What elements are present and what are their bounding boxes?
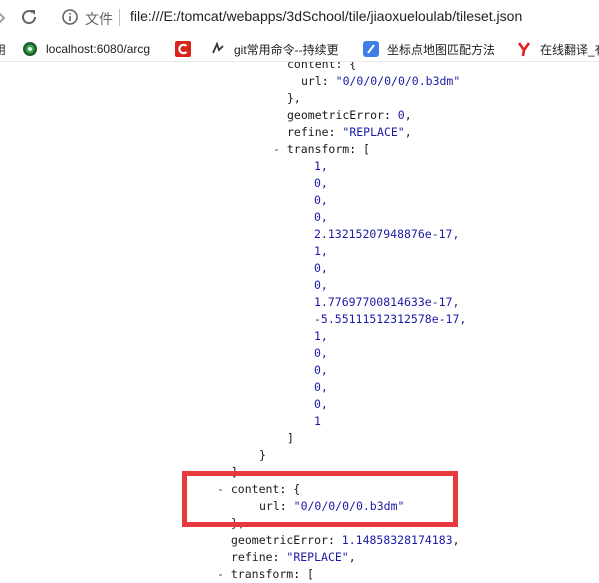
bookmark-item[interactable]: localhost:6080/arcg (22, 39, 150, 59)
json-array-value: 0, (314, 193, 328, 207)
json-line: 1, (314, 328, 328, 345)
json-array-value: 1.77697700814633e-17, (314, 295, 460, 309)
json-line: geometricError: 1.14858328174183, (231, 533, 460, 547)
json-text: ] (287, 431, 294, 445)
bookmark-label: localhost:6080/arcg (46, 42, 151, 56)
json-line: - transform: [ (217, 567, 314, 581)
bookmark-label: git常用命令--持续更 (234, 42, 339, 57)
bookmarks-bar: 用 localhost:6080/arcg git常用命令--持续更 坐标点地图… (0, 36, 599, 62)
json-value: [ (363, 142, 370, 156)
json-punct: , (348, 550, 356, 564)
json-line: 0, (314, 209, 328, 226)
json-value: [ (307, 567, 314, 581)
json-array-value: 0, (314, 397, 328, 411)
red-c-icon (175, 41, 191, 57)
json-key: url (301, 74, 322, 88)
json-array-value: 1, (314, 159, 328, 173)
bookmark-label: 在线翻译_有 (540, 42, 599, 57)
reload-button[interactable] (18, 6, 40, 28)
json-line: 0, (314, 260, 328, 277)
json-value: "REPLACE" (286, 550, 349, 564)
json-line: 1.77697700814633e-17, (314, 294, 459, 311)
json-line: } (259, 447, 266, 464)
json-text: } (259, 448, 266, 462)
json-value: 1.14858328174183 (341, 533, 453, 547)
json-punct: , (404, 125, 412, 139)
json-array-value: 0, (314, 278, 328, 292)
json-value: "0/0/0/0/0/0.b3dm" (335, 74, 461, 88)
json-array-value: 0, (314, 210, 328, 224)
json-array-value: 2.13215207948876e-17, (314, 227, 460, 241)
json-line: }, (287, 90, 301, 107)
json-line: 0, (314, 277, 328, 294)
json-value: 0 (397, 108, 405, 122)
json-line: 0, (314, 396, 328, 413)
arrow-right-icon (0, 12, 6, 24)
json-line: refine: "REPLACE", (231, 550, 356, 564)
globe-icon (22, 41, 38, 57)
json-key: refine (231, 550, 273, 564)
json-array-value: 1 (314, 414, 321, 428)
bookmark-item[interactable]: 坐标点地图匹配方法 (363, 39, 495, 59)
json-array-value: 0, (314, 176, 328, 190)
json-line: -5.55111512312578e-17, (314, 311, 466, 328)
json-line: 1 (314, 413, 321, 430)
json-text: }, (287, 91, 301, 105)
address-bar: 文件 file:///E:/tomcat/webapps/3dSchool/ti… (0, 0, 599, 36)
collapse-toggle[interactable]: - (273, 142, 280, 156)
info-icon[interactable] (61, 8, 79, 26)
bookmark-label: 用 (0, 42, 7, 57)
youdao-y-icon (516, 41, 532, 57)
json-array-value: 0, (314, 346, 328, 360)
json-array-value: 0, (314, 261, 328, 275)
forward-button[interactable] (0, 8, 8, 28)
json-punct: , (404, 108, 412, 122)
json-line: - transform: [ (273, 142, 370, 156)
json-line: 1, (314, 243, 328, 260)
scheme-label: 文件 (85, 12, 113, 28)
bookmark-item[interactable] (175, 39, 199, 59)
json-array-value: -5.55111512312578e-17, (314, 312, 467, 326)
json-array-value: 1, (314, 329, 328, 343)
highlight-box (182, 471, 458, 527)
reload-icon (22, 10, 37, 25)
json-line: refine: "REPLACE", (287, 125, 412, 139)
json-line: 0, (314, 362, 328, 379)
collapse-toggle[interactable]: - (217, 567, 224, 581)
json-key: geometricError (287, 108, 384, 122)
json-line: 0, (314, 345, 328, 362)
blue-pen-icon (363, 41, 379, 57)
json-text: content: { (287, 62, 357, 71)
json-line: geometricError: 0, (287, 108, 412, 122)
json-line: 0, (314, 192, 328, 209)
bookmark-item[interactable]: 用 (0, 39, 6, 59)
json-line: content: { (287, 62, 356, 73)
json-key: transform (230, 567, 294, 581)
json-line: 2.13215207948876e-17, (314, 226, 459, 243)
json-line: 0, (314, 379, 328, 396)
json-array-value: 0, (314, 380, 328, 394)
json-array-value: 1, (314, 244, 328, 258)
url-input[interactable]: file:///E:/tomcat/webapps/3dSchool/tile/… (130, 8, 522, 24)
json-key: geometricError (231, 533, 328, 547)
address-separator (119, 9, 120, 26)
bookmark-label: 坐标点地图匹配方法 (387, 42, 496, 57)
json-line: 1, (314, 158, 328, 175)
json-array-value: 0, (314, 363, 328, 377)
bookmark-item[interactable]: git常用命令--持续更 (210, 39, 339, 59)
swirl-icon (210, 41, 226, 57)
json-key: refine (287, 125, 329, 139)
json-line: 0, (314, 175, 328, 192)
json-key: transform (286, 142, 350, 156)
json-line: ] (287, 430, 294, 447)
json-line: url: "0/0/0/0/0/0.b3dm" (301, 74, 461, 88)
bookmark-item[interactable]: 在线翻译_有 (516, 39, 599, 59)
json-punct: , (452, 533, 460, 547)
json-value: "REPLACE" (342, 125, 405, 139)
